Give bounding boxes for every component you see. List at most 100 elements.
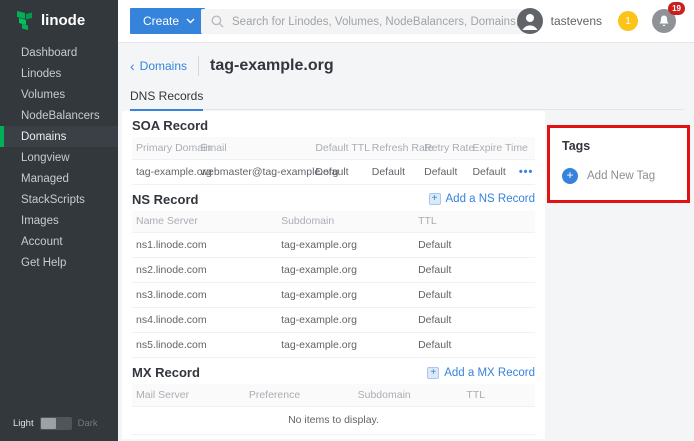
sidebar-item[interactable]: Linodes <box>0 63 118 84</box>
mx-table: Mail Server Preference Subdomain TTL No … <box>132 384 535 435</box>
ns-name-server: ns5.linode.com <box>132 333 277 358</box>
soa-col-email: Email <box>196 137 311 159</box>
plus-in-square-icon: + <box>427 367 439 379</box>
ns-name-server: ns2.linode.com <box>132 258 277 283</box>
ns-col-ttl: TTL <box>414 211 535 233</box>
ns-table: Name Server Subdomain TTL ns1.linode.com… <box>132 211 535 359</box>
sidebar-nav: Dashboard Linodes Volumes NodeBalancers … <box>0 42 118 273</box>
main-content: ‹ Domains tag-example.org DNS Records SO… <box>118 43 694 441</box>
sidebar-item-label: Linodes <box>21 68 61 80</box>
search-bar[interactable] <box>201 9 535 34</box>
sidebar-item-label: Get Help <box>21 257 66 269</box>
sidebar-item[interactable]: StackScripts <box>0 189 118 210</box>
soa-refresh-rate: Default <box>368 159 420 184</box>
ns-name-server: ns1.linode.com <box>132 233 277 258</box>
sidebar-item[interactable]: Domains <box>0 126 118 147</box>
add-ns-record-link[interactable]: + Add a NS Record <box>429 193 536 205</box>
soa-table-header-row: Primary Domain Email Default TTL Refresh… <box>132 137 535 159</box>
notifications-wrap: 19 <box>652 9 676 33</box>
sidebar-item-label: Account <box>21 236 63 248</box>
pending-badge[interactable]: 1 <box>618 11 638 31</box>
ns-section-header: NS Record + Add a NS Record <box>122 185 545 211</box>
soa-col-expire-time: Expire Time <box>468 137 514 159</box>
back-chevron-icon: ‹ <box>130 61 135 71</box>
ns-subdomain: tag-example.org <box>277 233 414 258</box>
sidebar-item[interactable]: Dashboard <box>0 42 118 63</box>
tab-dns-records[interactable]: DNS Records <box>130 89 203 111</box>
sidebar-item-label: Volumes <box>21 89 65 101</box>
sidebar-item-label: Managed <box>21 173 69 185</box>
plus-in-circle-icon: + <box>562 168 578 184</box>
add-new-tag-label: Add New Tag <box>587 170 655 182</box>
ns-table-header-row: Name Server Subdomain TTL <box>132 211 535 233</box>
content-row: SOA Record Primary Domain Email Default … <box>118 110 694 439</box>
plus-in-square-icon: + <box>429 193 441 205</box>
sidebar-item-label: NodeBalancers <box>21 110 100 122</box>
soa-actions-menu-icon[interactable]: ••• <box>515 159 535 184</box>
ns-table-row: ns5.linode.com tag-example.org Default <box>132 333 535 358</box>
theme-toggle-switch[interactable] <box>40 417 72 430</box>
ns-ttl: Default <box>414 308 535 333</box>
breadcrumb-back-label: Domains <box>140 59 187 73</box>
page-title: tag-example.org <box>210 57 334 75</box>
sidebar-item-label: Domains <box>21 131 66 143</box>
sidebar-item-label: StackScripts <box>21 194 85 206</box>
soa-section-title: SOA Record <box>132 118 208 133</box>
soa-section-header: SOA Record <box>122 111 545 137</box>
ns-subdomain: tag-example.org <box>277 308 414 333</box>
top-bar: Create tastevens 1 19 <box>118 0 694 43</box>
mx-section-header: MX Record + Add a MX Record <box>122 358 545 384</box>
dns-records-card: SOA Record Primary Domain Email Default … <box>122 111 545 439</box>
sidebar-item[interactable]: NodeBalancers <box>0 105 118 126</box>
mx-col-ttl: TTL <box>462 384 535 406</box>
add-new-tag-button[interactable]: + Add New Tag <box>562 168 675 184</box>
notification-count-badge: 19 <box>668 2 685 15</box>
mx-empty-message: No items to display. <box>132 406 535 434</box>
tags-panel: Tags + Add New Tag <box>550 128 687 200</box>
bell-icon <box>658 15 670 28</box>
ns-name-server: ns3.linode.com <box>132 283 277 308</box>
tab-bar: DNS Records <box>130 87 684 110</box>
soa-col-refresh-rate: Refresh Rate <box>368 137 420 159</box>
search-input[interactable] <box>232 16 532 28</box>
theme-toggle-knob <box>41 418 56 429</box>
ns-subdomain: tag-example.org <box>277 333 414 358</box>
ns-col-subdomain: Subdomain <box>277 211 414 233</box>
ns-name-server: ns4.linode.com <box>132 308 277 333</box>
sidebar-item[interactable]: Account <box>0 231 118 252</box>
mx-section-title: MX Record <box>132 365 200 380</box>
search-icon <box>211 15 224 28</box>
tags-panel-title: Tags <box>562 139 675 153</box>
sidebar-item[interactable]: Images <box>0 210 118 231</box>
mx-col-mail-server: Mail Server <box>132 384 245 406</box>
ns-table-row: ns1.linode.com tag-example.org Default <box>132 233 535 258</box>
soa-expire-time: Default <box>468 159 514 184</box>
theme-toggle[interactable]: Light Dark <box>13 417 98 430</box>
sidebar-item[interactable]: Get Help <box>0 252 118 273</box>
ns-ttl: Default <box>414 333 535 358</box>
ns-table-row: ns3.linode.com tag-example.org Default <box>132 283 535 308</box>
add-mx-record-link[interactable]: + Add a MX Record <box>427 367 535 379</box>
soa-col-default-ttl: Default TTL <box>311 137 367 159</box>
soa-email: webmaster@tag-example.org <box>196 159 311 184</box>
ns-subdomain: tag-example.org <box>277 258 414 283</box>
ns-table-body: ns1.linode.com tag-example.org Default n… <box>132 233 535 358</box>
sidebar: linode Dashboard Linodes Volumes NodeBal… <box>0 0 118 441</box>
soa-col-primary-domain: Primary Domain <box>132 137 196 159</box>
mx-col-preference: Preference <box>245 384 354 406</box>
ns-table-row: ns4.linode.com tag-example.org Default <box>132 308 535 333</box>
theme-light-label: Light <box>13 418 34 429</box>
linode-logo[interactable]: linode <box>0 0 118 42</box>
sidebar-item[interactable]: Longview <box>0 147 118 168</box>
theme-dark-label: Dark <box>78 418 98 429</box>
sidebar-item-label: Images <box>21 215 59 227</box>
soa-primary-domain: tag-example.org <box>132 159 196 184</box>
mx-col-subdomain: Subdomain <box>354 384 463 406</box>
create-button[interactable]: Create <box>130 8 205 34</box>
soa-table-row: tag-example.org webmaster@tag-example.or… <box>132 159 535 184</box>
sidebar-item[interactable]: Volumes <box>0 84 118 105</box>
sidebar-item[interactable]: Managed <box>0 168 118 189</box>
person-icon <box>517 8 543 34</box>
breadcrumb-back-link[interactable]: ‹ Domains <box>130 59 187 73</box>
user-menu-button[interactable] <box>517 8 543 34</box>
